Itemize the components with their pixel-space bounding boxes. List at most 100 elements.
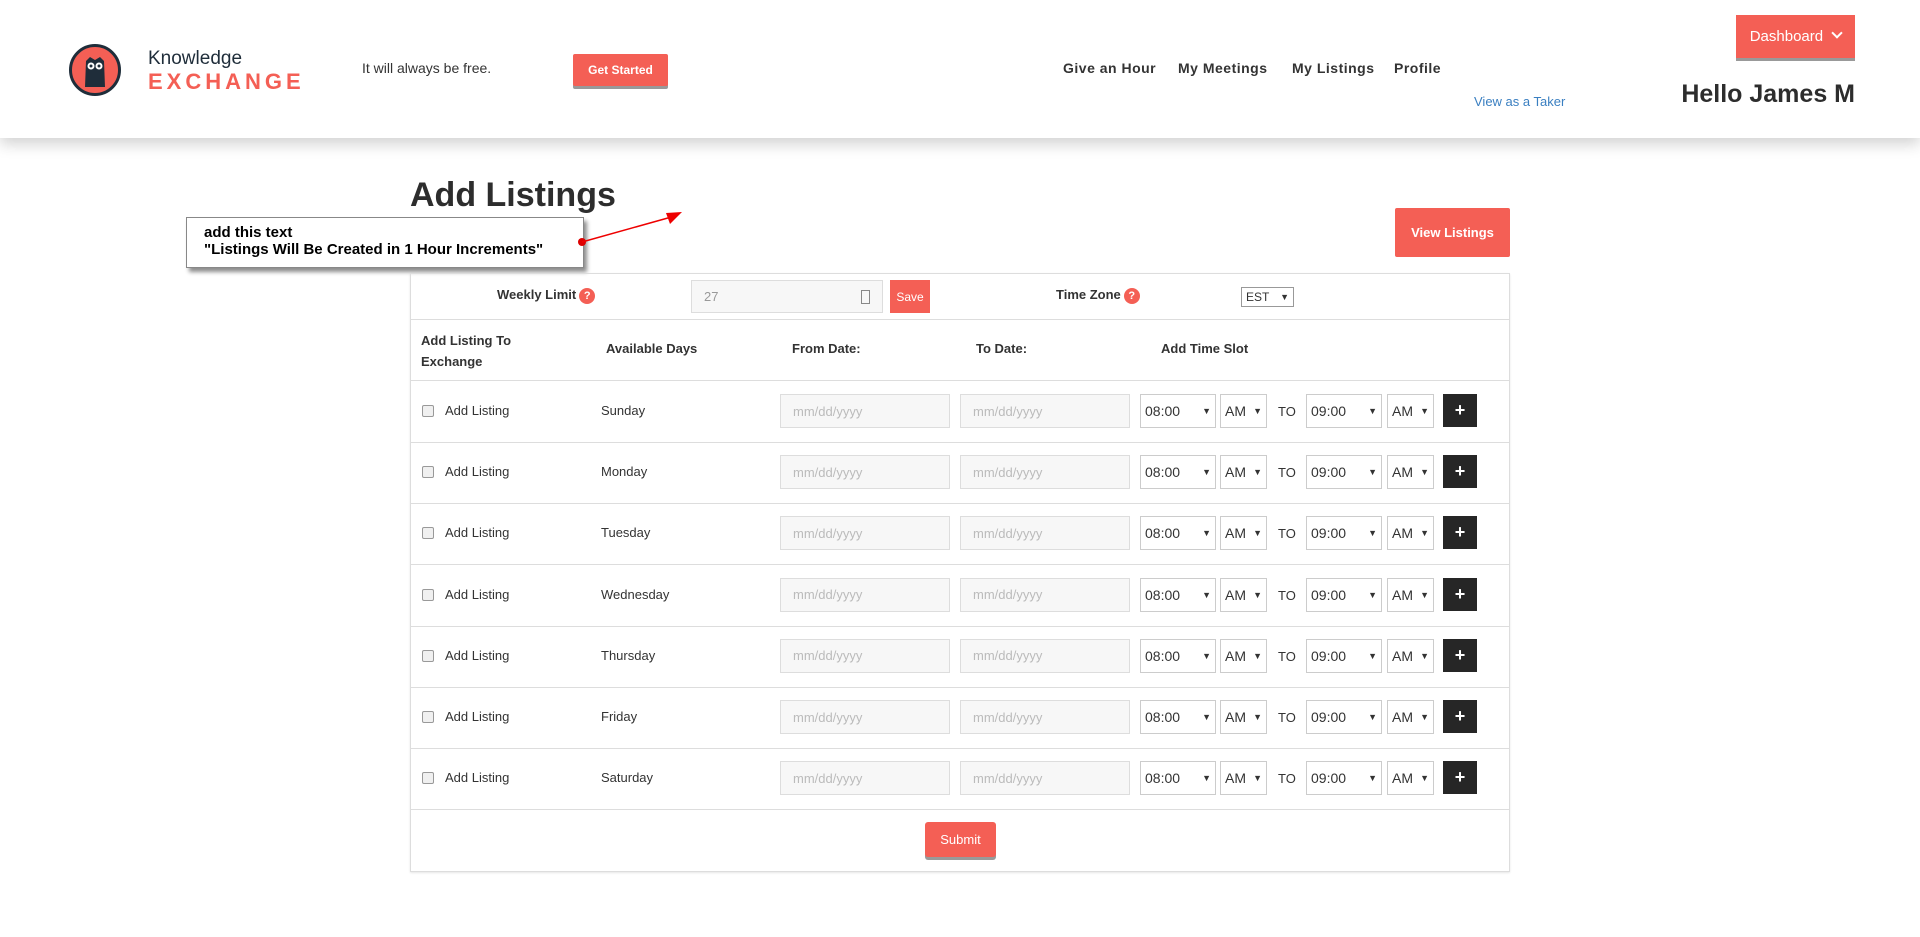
add-listing-checkbox[interactable]: [422, 588, 434, 601]
add-time-slot-button[interactable]: +: [1443, 638, 1477, 672]
day-label: Tuesday: [601, 525, 651, 541]
end-time-select[interactable]: 09:00 ▼: [1306, 394, 1382, 428]
day-label: Wednesday: [601, 586, 670, 602]
add-time-slot-button[interactable]: +: [1443, 700, 1477, 733]
start-time-select[interactable]: 08:00 ▼: [1140, 761, 1216, 796]
submit-button[interactable]: Submit: [925, 822, 996, 857]
add-listing-checkbox[interactable]: [422, 711, 434, 723]
help-icon[interactable]: ?: [1123, 287, 1140, 304]
to-date-input[interactable]: mm/dd/yyyy: [960, 700, 1130, 734]
start-time-select[interactable]: 08:00 ▼: [1140, 700, 1216, 734]
from-date-input[interactable]: mm/dd/yyyy: [780, 516, 950, 551]
nav-give-an-hour[interactable]: Give an Hour: [1063, 60, 1156, 76]
start-ampm-value: AM: [1225, 770, 1246, 787]
weekly-limit-input[interactable]: 27: [691, 280, 883, 313]
add-listing-label: Add Listing: [445, 525, 510, 541]
table-row: Add Listing Monday mm/dd/yyyy mm/dd/yyyy…: [411, 442, 1509, 505]
end-ampm-select[interactable]: AM ▼: [1387, 516, 1434, 551]
end-ampm-select[interactable]: AM ▼: [1387, 455, 1434, 490]
from-date-input[interactable]: mm/dd/yyyy: [780, 577, 950, 612]
get-started-button[interactable]: Get Started: [573, 54, 668, 86]
dashboard-dropdown-button[interactable]: Dashboard: [1736, 15, 1855, 58]
add-time-slot-button[interactable]: +: [1443, 516, 1477, 550]
add-listing-checkbox[interactable]: [422, 649, 434, 662]
start-time-select[interactable]: 08:00 ▼: [1140, 394, 1216, 428]
table-row: Add Listing Friday mm/dd/yyyy mm/dd/yyyy…: [411, 687, 1509, 749]
help-icon[interactable]: ?: [579, 287, 596, 304]
start-time-value: 08:00: [1145, 586, 1181, 603]
time-zone-select[interactable]: EST ▼: [1241, 287, 1294, 307]
end-time-value: 09:00: [1311, 586, 1347, 603]
add-time-slot-button[interactable]: +: [1443, 577, 1477, 611]
start-ampm-select[interactable]: AM ▼: [1220, 455, 1267, 490]
from-date-input[interactable]: mm/dd/yyyy: [780, 700, 950, 734]
start-ampm-select[interactable]: AM ▼: [1220, 761, 1267, 796]
dropdown-arrow-icon: ▼: [1202, 712, 1211, 722]
add-listing-checkbox[interactable]: [422, 772, 434, 785]
end-time-select[interactable]: 09:00 ▼: [1306, 455, 1382, 490]
start-ampm-select[interactable]: AM ▼: [1220, 577, 1267, 612]
end-time-select[interactable]: 09:00 ▼: [1306, 638, 1382, 673]
table-row: Add Listing Thursday mm/dd/yyyy mm/dd/yy…: [411, 626, 1509, 688]
start-ampm-value: AM: [1225, 586, 1246, 603]
from-date-input[interactable]: mm/dd/yyyy: [780, 638, 950, 673]
weekly-limit-text: Weekly Limit: [497, 287, 577, 302]
end-ampm-select[interactable]: AM ▼: [1387, 700, 1434, 734]
start-ampm-value: AM: [1225, 464, 1246, 481]
to-date-input[interactable]: mm/dd/yyyy: [960, 516, 1130, 551]
end-ampm-select[interactable]: AM ▼: [1387, 577, 1434, 612]
time-zone-label: Time Zone?: [1056, 287, 1140, 304]
end-time-select[interactable]: 09:00 ▼: [1306, 700, 1382, 734]
dropdown-arrow-icon: ▼: [1420, 528, 1429, 539]
end-time-value: 09:00: [1311, 464, 1347, 481]
nav-my-meetings[interactable]: My Meetings: [1178, 60, 1268, 76]
add-listing-checkbox[interactable]: [422, 466, 434, 479]
add-time-slot-button[interactable]: +: [1443, 455, 1477, 489]
dropdown-arrow-icon: ▼: [1368, 467, 1377, 478]
add-listing-checkbox[interactable]: [422, 405, 434, 417]
annotation-arrow-icon: [578, 212, 682, 246]
top-header: Knowledge EXCHANGE It will always be fre…: [0, 0, 1920, 138]
owl-logo-icon[interactable]: [69, 44, 121, 96]
from-date-input[interactable]: mm/dd/yyyy: [780, 761, 950, 796]
spinner-icon[interactable]: [861, 289, 870, 304]
to-date-input[interactable]: mm/dd/yyyy: [960, 761, 1130, 796]
end-time-value: 09:00: [1311, 647, 1347, 664]
add-time-slot-button[interactable]: +: [1443, 761, 1477, 795]
dropdown-arrow-icon: ▼: [1368, 712, 1377, 722]
start-time-select[interactable]: 08:00 ▼: [1140, 516, 1216, 551]
start-time-select[interactable]: 08:00 ▼: [1140, 638, 1216, 673]
end-time-select[interactable]: 09:00 ▼: [1306, 577, 1382, 612]
start-ampm-select[interactable]: AM ▼: [1220, 638, 1267, 673]
start-ampm-select[interactable]: AM ▼: [1220, 516, 1267, 551]
to-date-input[interactable]: mm/dd/yyyy: [960, 638, 1130, 673]
dashboard-label: Dashboard: [1749, 28, 1824, 45]
add-listing-label: Add Listing: [445, 709, 510, 724]
nav-my-listings[interactable]: My Listings: [1292, 60, 1375, 76]
end-ampm-value: AM: [1392, 709, 1413, 725]
add-time-slot-button[interactable]: +: [1443, 394, 1477, 427]
start-ampm-select[interactable]: AM ▼: [1220, 394, 1267, 428]
view-as-taker-link[interactable]: View as a Taker: [1474, 94, 1565, 109]
end-time-select[interactable]: 09:00 ▼: [1306, 761, 1382, 796]
start-ampm-select[interactable]: AM ▼: [1220, 700, 1267, 734]
dropdown-arrow-icon: ▼: [1420, 712, 1429, 722]
save-button[interactable]: Save: [890, 280, 930, 313]
from-date-input[interactable]: mm/dd/yyyy: [780, 394, 950, 428]
dropdown-arrow-icon: ▼: [1202, 528, 1211, 539]
end-ampm-select[interactable]: AM ▼: [1387, 394, 1434, 428]
to-date-input[interactable]: mm/dd/yyyy: [960, 577, 1130, 612]
to-date-input[interactable]: mm/dd/yyyy: [960, 394, 1130, 428]
divider: [411, 809, 1509, 811]
end-time-select[interactable]: 09:00 ▼: [1306, 516, 1382, 551]
add-listing-checkbox[interactable]: [422, 527, 434, 540]
start-time-select[interactable]: 08:00 ▼: [1140, 455, 1216, 490]
view-listings-button[interactable]: View Listings: [1395, 208, 1510, 257]
nav-profile[interactable]: Profile: [1394, 60, 1441, 76]
start-time-select[interactable]: 08:00 ▼: [1140, 577, 1216, 612]
to-date-input[interactable]: mm/dd/yyyy: [960, 455, 1130, 490]
from-date-input[interactable]: mm/dd/yyyy: [780, 455, 950, 490]
end-ampm-select[interactable]: AM ▼: [1387, 761, 1434, 796]
end-time-value: 09:00: [1311, 709, 1347, 725]
end-ampm-select[interactable]: AM ▼: [1387, 638, 1434, 673]
